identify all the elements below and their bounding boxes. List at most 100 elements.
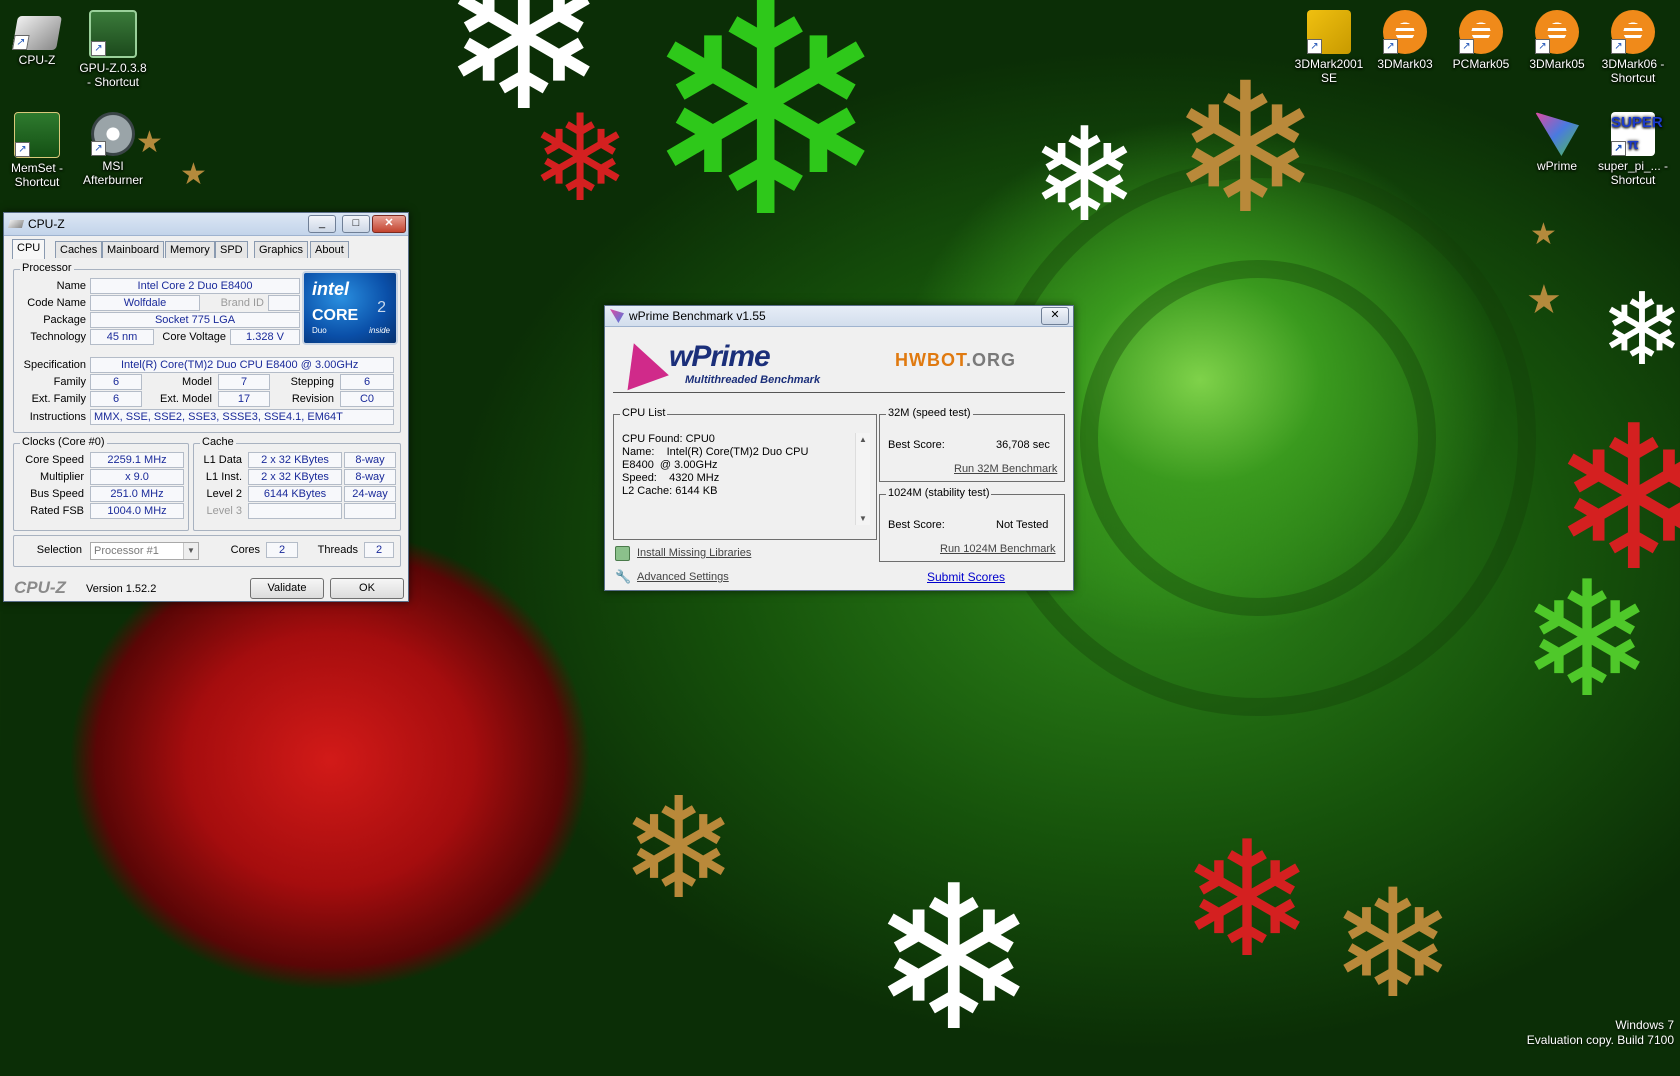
header-divider <box>613 392 1065 393</box>
tab-mainboard[interactable]: Mainboard <box>102 241 164 258</box>
gpu-z-icon: ↗ <box>89 10 137 58</box>
snowflake-decoration: ❄ <box>1550 383 1680 616</box>
windows-evaluation-watermark: Windows 7 Evaluation copy. Build 7100 <box>1527 1018 1674 1048</box>
intel-line1: CORE <box>312 307 359 324</box>
run-32m-benchmark-link[interactable]: Run 32M Benchmark <box>954 463 1057 475</box>
desktop-icon-wprime[interactable]: wPrime <box>1520 112 1594 173</box>
selection-label: Selection <box>36 544 82 556</box>
package-value: Socket 775 LGA <box>90 312 300 328</box>
intel-brand: intel <box>312 279 350 299</box>
cpu-list-text[interactable]: CPU Found: CPU0 Name: Intel(R) Core(TM)2… <box>622 433 808 498</box>
cpu-list-scrollbar[interactable]: ▲ ▼ <box>855 433 870 525</box>
desktop-icon-label: MSI Afterburner <box>82 159 144 187</box>
desktop-icon-3dmark03[interactable]: ↗ 3DMark03 <box>1368 10 1442 71</box>
codename-value: Wolfdale <box>90 295 200 311</box>
desktop-icon-msi-afterburner[interactable]: ↗ MSI Afterburner <box>76 112 150 187</box>
cpuz-titlebar[interactable]: CPU-Z _ □ ✕ <box>4 213 408 236</box>
desktop-icon-3dmark2001[interactable]: ↗ 3DMark2001 SE <box>1292 10 1366 85</box>
extmodel-value: 17 <box>218 391 270 407</box>
desktop-icon-memset[interactable]: ↗ MemSet - Shortcut <box>0 112 74 189</box>
desktop-icon-label: 3DMark2001 SE <box>1294 57 1364 85</box>
desktop-icon-pcmark05[interactable]: ↗ PCMark05 <box>1444 10 1518 71</box>
tab-graphics[interactable]: Graphics <box>254 241 309 258</box>
threads-label: Threads <box>317 544 358 556</box>
snowflake-decoration: ❄ <box>870 843 1038 1076</box>
brandid-value <box>268 295 300 311</box>
advanced-settings-link[interactable]: Advanced Settings <box>637 571 729 583</box>
group-title: Processor <box>20 262 74 274</box>
scroll-up-icon[interactable]: ▲ <box>859 435 867 444</box>
tab-memory[interactable]: Memory <box>165 241 215 258</box>
package-label: Package <box>43 314 86 326</box>
model-label: Model <box>182 376 212 388</box>
group-title: Clocks (Core #0) <box>20 436 107 448</box>
star-decoration: ★ <box>180 158 207 191</box>
validate-button[interactable]: Validate <box>250 578 324 599</box>
wprime-titlebar[interactable]: wPrime Benchmark v1.55 ✕ <box>605 306 1073 327</box>
multiplier-value: x 9.0 <box>90 469 184 485</box>
star-decoration: ★ <box>1526 278 1562 322</box>
l1inst-value: 2 x 32 KBytes <box>248 469 342 485</box>
submit-scores-link[interactable]: Submit Scores <box>927 570 1005 584</box>
3dmark2001-icon: ↗ <box>1307 10 1351 54</box>
family-label: Family <box>53 376 86 388</box>
close-button[interactable]: ✕ <box>1041 307 1069 325</box>
shortcut-arrow-icon: ↗ <box>15 142 30 157</box>
wprime-icon <box>610 309 624 323</box>
desktop-icon-super-pi[interactable]: SUPER π ↗ super_pi_... - Shortcut <box>1596 112 1670 187</box>
instructions-label: Instructions <box>29 411 86 423</box>
install-libraries-icon <box>615 546 630 561</box>
close-button[interactable]: ✕ <box>372 215 406 233</box>
minimize-button[interactable]: _ <box>308 215 336 233</box>
desktop-icon-3dmark06[interactable]: ↗ 3DMark06 - Shortcut <box>1596 10 1670 85</box>
shortcut-arrow-icon: ↗ <box>12 35 30 50</box>
tab-caches[interactable]: Caches <box>55 241 103 258</box>
group-title: 32M (speed test) <box>886 407 973 419</box>
maximize-button[interactable]: □ <box>342 215 370 233</box>
desktop-icon-label: 3DMark05 <box>1529 57 1585 71</box>
ok-button[interactable]: OK <box>330 578 404 599</box>
watermark-line1: Windows 7 <box>1615 1018 1674 1032</box>
stepping-label: Stepping <box>290 376 334 388</box>
tab-about[interactable]: About <box>310 241 349 258</box>
run-1024m-benchmark-link[interactable]: Run 1024M Benchmark <box>940 543 1056 555</box>
shortcut-arrow-icon: ↗ <box>1535 39 1550 54</box>
msi-afterburner-icon: ↗ <box>91 112 135 156</box>
family-value: 6 <box>90 374 142 390</box>
tab-spd[interactable]: SPD <box>215 241 248 258</box>
brandid-label: Brand ID <box>220 297 264 309</box>
desktop-icon-label: super_pi_... - Shortcut <box>1597 159 1669 187</box>
install-missing-libraries-link[interactable]: Install Missing Libraries <box>637 547 751 559</box>
wprime-logo-text: wPrime <box>669 340 771 373</box>
codename-label: Code Name <box>27 297 86 309</box>
shortcut-arrow-icon: ↗ <box>91 41 106 56</box>
snowflake-decoration: ❄ <box>1520 546 1655 733</box>
hwbot-logo-text: HWBOT <box>895 350 966 370</box>
group-title: Cache <box>200 436 236 448</box>
watermark-line2: Evaluation copy. Build 7100 <box>1526 1033 1674 1047</box>
l1inst-way: 8-way <box>344 469 396 485</box>
desktop-icon-gpu-z[interactable]: ↗ GPU-Z.0.3.8 - Shortcut <box>76 10 150 89</box>
processor-select-value: Processor #1 <box>94 545 159 557</box>
shortcut-arrow-icon: ↗ <box>1611 39 1626 54</box>
processor-select[interactable]: Processor #1 ▼ <box>90 542 199 560</box>
window-title: wPrime Benchmark v1.55 <box>629 309 766 323</box>
hwbot-logo: HWBOT.ORG <box>895 350 1016 371</box>
futuremark-icon: ↗ <box>1383 10 1427 54</box>
l1data-label: L1 Data <box>203 454 242 466</box>
spec-value: Intel(R) Core(TM)2 Duo CPU E8400 @ 3.00G… <box>90 357 394 373</box>
extfamily-label: Ext. Family <box>31 393 86 405</box>
desktop-icon-cpu-z[interactable]: ↗ CPU-Z <box>0 10 74 67</box>
shortcut-arrow-icon: ↗ <box>1383 39 1398 54</box>
multiplier-label: Multiplier <box>39 471 84 483</box>
scroll-down-icon[interactable]: ▼ <box>859 514 867 523</box>
revision-label: Revision <box>291 393 334 405</box>
best-score-32m-value: 36,708 sec <box>996 439 1050 451</box>
shortcut-arrow-icon: ↗ <box>1459 39 1474 54</box>
stability-test-group: 1024M (stability test) Best Score: Not T… <box>879 487 1065 562</box>
desktop-icon-3dmark05[interactable]: ↗ 3DMark05 <box>1520 10 1594 71</box>
intel-line3: inside <box>369 326 390 335</box>
tab-cpu[interactable]: CPU <box>12 239 46 259</box>
snowflake-decoration: ❄ <box>1180 806 1315 993</box>
chevron-down-icon[interactable]: ▼ <box>183 543 198 559</box>
